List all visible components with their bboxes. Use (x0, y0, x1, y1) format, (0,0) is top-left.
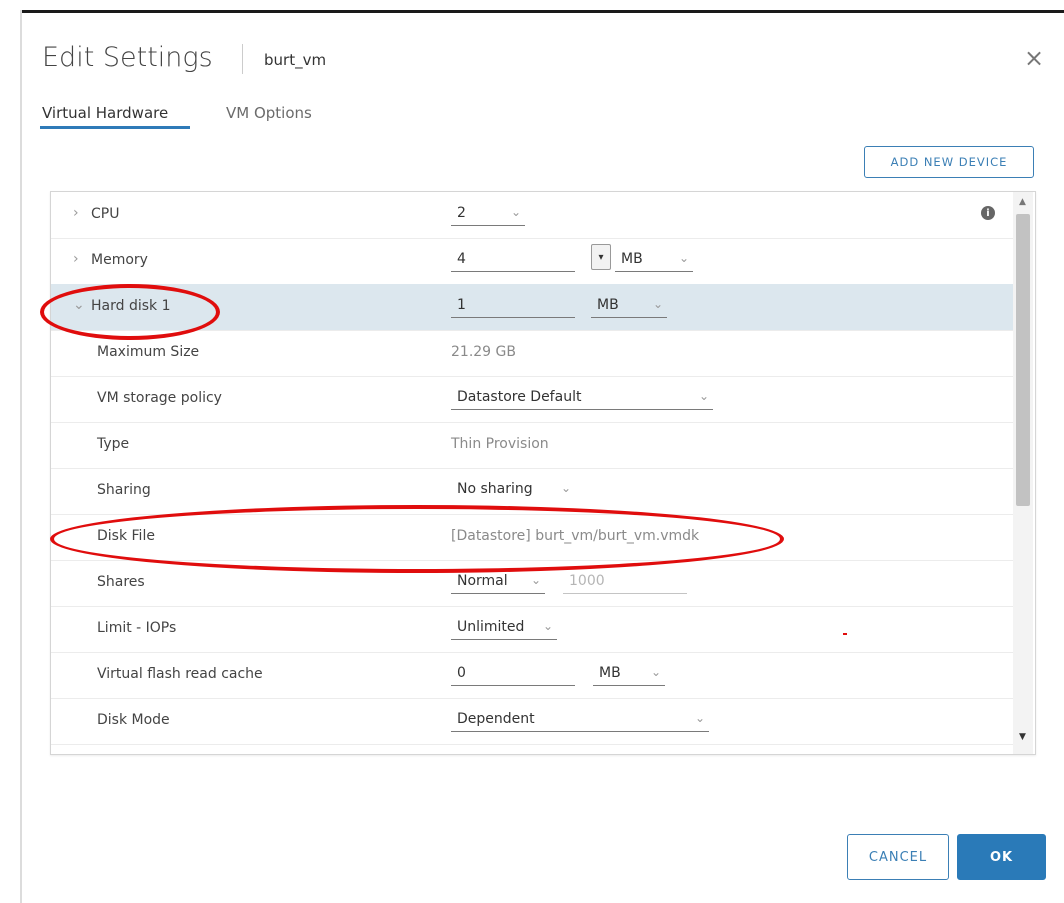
chevron-down-icon: ⌄ (650, 665, 661, 679)
hardware-list: › CPU 2 ⌄ i › Memory 4 ▾ MB ⌄ ⌄ Hard dis… (50, 191, 1036, 755)
add-new-device-button[interactable]: ADD NEW DEVICE (864, 146, 1034, 178)
disk-mode-label: Disk Mode (97, 712, 170, 728)
memory-unit-select[interactable]: MB ⌄ (615, 246, 693, 272)
vm-name: burt_vm (264, 51, 327, 69)
disk-mode-select[interactable]: Dependent ⌄ (451, 706, 709, 732)
chevron-down-icon: ⌄ (678, 251, 689, 265)
scroll-up-icon[interactable]: ▲ (1019, 197, 1026, 207)
ok-button[interactable]: OK (957, 834, 1046, 880)
flash-cache-input[interactable]: 0 (451, 660, 575, 686)
memory-input[interactable]: 4 (451, 246, 575, 272)
flash-cache-unit-select[interactable]: MB ⌄ (593, 660, 665, 686)
shares-amount-input[interactable]: 1000 (563, 568, 687, 594)
cpu-select[interactable]: 2 ⌄ (451, 200, 525, 226)
memory-dropdown-button[interactable]: ▾ (591, 244, 611, 270)
cpu-value: 2 (457, 205, 466, 221)
row-disk-file: Disk File [Datastore] burt_vm/burt_vm.vm… (51, 514, 1013, 561)
storage-policy-value: Datastore Default (457, 389, 582, 405)
row-hard-disk-1[interactable]: ⌄ Hard disk 1 1 MB ⌄ (51, 284, 1013, 331)
title-divider (242, 44, 243, 74)
scrollbar[interactable]: ▲ ▼ (1013, 192, 1033, 754)
sharing-value: No sharing (457, 481, 533, 497)
type-value: Thin Provision (451, 436, 549, 452)
window-left-border (20, 10, 22, 903)
flash-cache-value: 0 (457, 665, 466, 681)
row-shares: Shares Normal ⌄ 1000 (51, 560, 1013, 607)
row-vm-storage-policy: VM storage policy Datastore Default ⌄ (51, 376, 1013, 423)
sharing-select[interactable]: No sharing ⌄ (451, 476, 575, 502)
sharing-label: Sharing (97, 482, 151, 498)
storage-policy-label: VM storage policy (97, 390, 222, 406)
row-cpu[interactable]: › CPU 2 ⌄ i (51, 192, 1013, 239)
disk-file-label: Disk File (97, 528, 155, 544)
limit-iops-label: Limit - IOPs (97, 620, 177, 636)
chevron-down-icon: ⌄ (530, 573, 541, 587)
flash-cache-label: Virtual flash read cache (97, 666, 263, 682)
disk-file-value: [Datastore] burt_vm/burt_vm.vmdk (451, 528, 700, 544)
chevron-down-icon: ⌄ (560, 481, 571, 495)
row-type: Type Thin Provision (51, 422, 1013, 469)
type-label: Type (97, 436, 130, 452)
hard-disk-size-input[interactable]: 1 (451, 292, 575, 318)
max-size-value: 21.29 GB (451, 344, 516, 360)
memory-label: Memory (91, 252, 148, 268)
info-icon[interactable]: i (981, 206, 995, 220)
dialog-title: Edit Settings (42, 42, 213, 73)
cancel-button[interactable]: CANCEL (847, 834, 949, 880)
max-size-label: Maximum Size (97, 344, 200, 360)
hard-disk-label: Hard disk 1 (91, 298, 171, 314)
row-virtual-flash-read-cache: Virtual flash read cache 0 MB ⌄ (51, 652, 1013, 699)
memory-unit: MB (621, 251, 643, 267)
cpu-label: CPU (91, 206, 120, 222)
hard-disk-size: 1 (457, 297, 466, 313)
chevron-down-icon[interactable]: ⌄ (73, 297, 85, 313)
row-disk-mode: Disk Mode Dependent ⌄ (51, 698, 1013, 745)
shares-select[interactable]: Normal ⌄ (451, 568, 545, 594)
scrollbar-thumb[interactable] (1016, 214, 1030, 506)
row-maximum-size: Maximum Size 21.29 GB (51, 330, 1013, 377)
window-top-border (20, 10, 1064, 13)
limit-iops-value: Unlimited (457, 619, 525, 635)
disk-mode-value: Dependent (457, 711, 535, 727)
row-limit-iops: Limit - IOPs Unlimited ⌄ (51, 606, 1013, 653)
chevron-down-icon: ⌄ (698, 389, 709, 403)
storage-policy-select[interactable]: Datastore Default ⌄ (451, 384, 713, 410)
limit-iops-select[interactable]: Unlimited ⌄ (451, 614, 557, 640)
tab-vm-options[interactable]: VM Options (226, 104, 312, 122)
tab-virtual-hardware[interactable]: Virtual Hardware (42, 104, 168, 122)
chevron-down-icon: ⌄ (652, 297, 663, 311)
memory-value: 4 (457, 251, 466, 267)
chevron-right-icon[interactable]: › (73, 251, 79, 267)
scroll-down-icon[interactable]: ▼ (1019, 732, 1026, 742)
active-tab-indicator (40, 126, 190, 129)
chevron-down-icon: ⌄ (694, 711, 705, 725)
row-sharing: Sharing No sharing ⌄ (51, 468, 1013, 515)
row-memory[interactable]: › Memory 4 ▾ MB ⌄ (51, 238, 1013, 285)
flash-cache-unit: MB (599, 665, 621, 681)
chevron-down-icon: ⌄ (542, 619, 553, 633)
shares-value: Normal (457, 573, 508, 589)
hard-disk-unit: MB (597, 297, 619, 313)
close-icon[interactable]: × (1024, 46, 1044, 70)
shares-amount: 1000 (569, 573, 605, 589)
chevron-down-icon: ⌄ (510, 205, 521, 219)
chevron-right-icon[interactable]: › (73, 205, 79, 221)
annotation-mark (843, 633, 847, 635)
hard-disk-unit-select[interactable]: MB ⌄ (591, 292, 667, 318)
shares-label: Shares (97, 574, 145, 590)
